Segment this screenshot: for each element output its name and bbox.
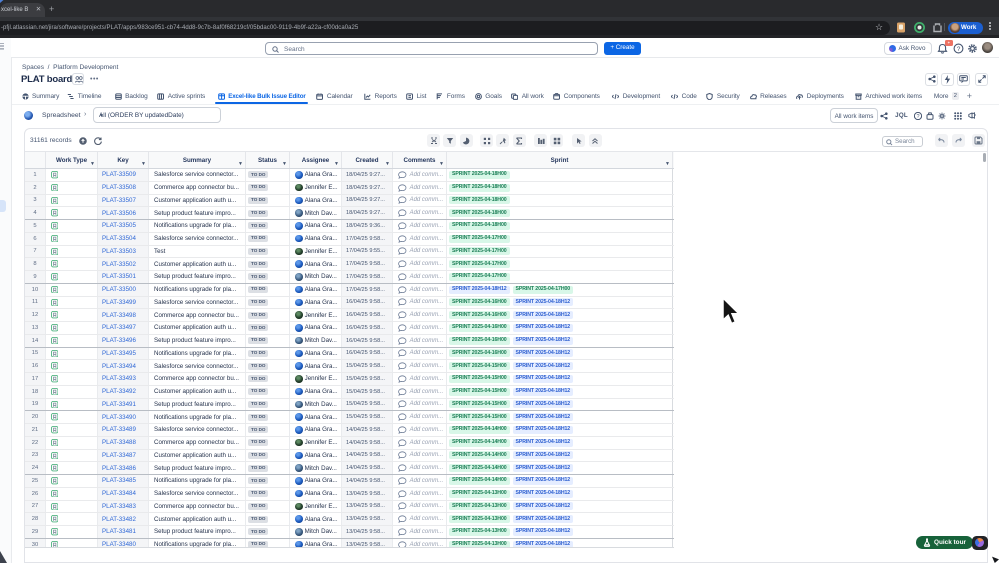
svg-text:?: ? [916, 114, 919, 120]
svg-text:?: ? [957, 45, 961, 52]
